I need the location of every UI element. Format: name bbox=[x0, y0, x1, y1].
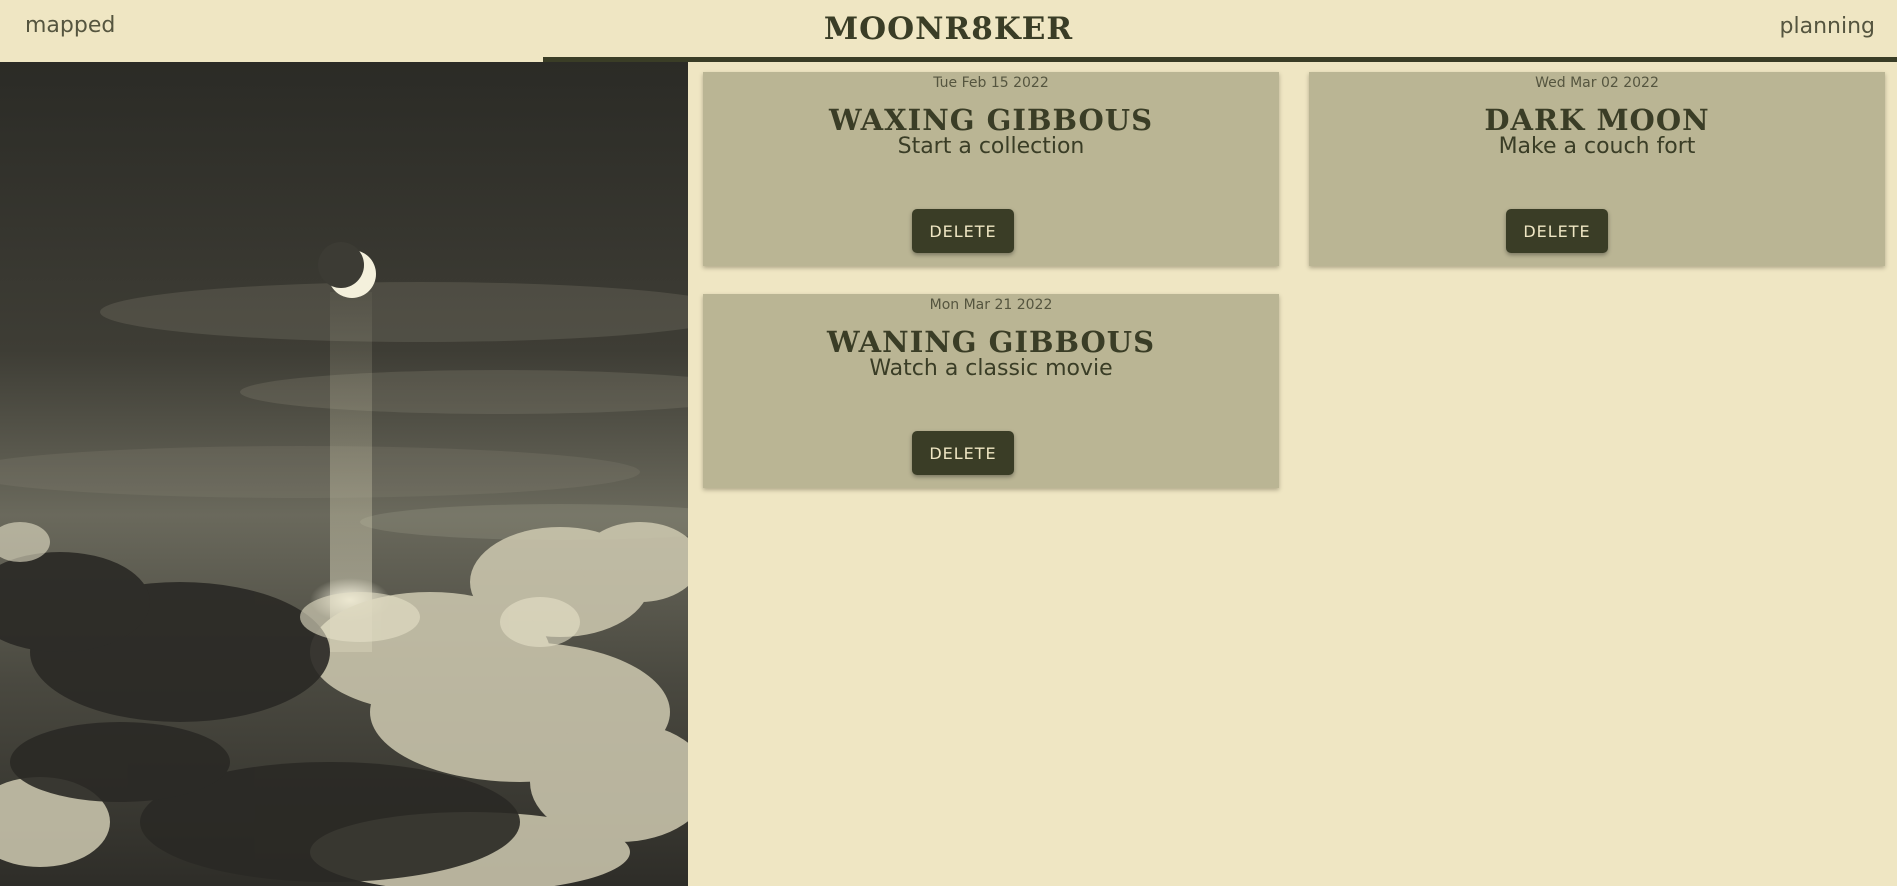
plan-date: Tue Feb 15 2022 bbox=[933, 75, 1049, 91]
brand-logo-text[interactable]: MOONR8KER bbox=[0, 11, 1897, 47]
moon-plans-list: Tue Feb 15 2022 WAXING GIBBOUS Start a c… bbox=[688, 62, 1897, 886]
plan-card: Mon Mar 21 2022 WANING GIBBOUS Watch a c… bbox=[703, 294, 1279, 488]
delete-button[interactable]: DELETE bbox=[1506, 209, 1608, 253]
moon-photo-illustration bbox=[0, 62, 688, 886]
plan-card: Tue Feb 15 2022 WAXING GIBBOUS Start a c… bbox=[703, 72, 1279, 266]
plan-activity: Start a collection bbox=[897, 134, 1085, 159]
plan-card: Wed Mar 02 2022 DARK MOON Make a couch f… bbox=[1309, 72, 1885, 266]
moon-sky-photo bbox=[0, 62, 688, 886]
top-nav-bar: mapped MOONR8KER planning bbox=[0, 0, 1897, 62]
moon-phase-title: DARK MOON bbox=[1484, 103, 1710, 137]
delete-button[interactable]: DELETE bbox=[912, 431, 1014, 475]
plan-activity: Watch a classic movie bbox=[869, 356, 1113, 381]
plan-date: Mon Mar 21 2022 bbox=[929, 297, 1053, 313]
delete-button[interactable]: DELETE bbox=[912, 209, 1014, 253]
moon-phase-title: WAXING GIBBOUS bbox=[828, 103, 1154, 137]
plan-date: Wed Mar 02 2022 bbox=[1535, 75, 1659, 91]
moon-phase-title: WANING GIBBOUS bbox=[826, 325, 1156, 359]
nav-link-planning[interactable]: planning bbox=[1780, 14, 1875, 39]
plan-activity: Make a couch fort bbox=[1498, 134, 1696, 159]
